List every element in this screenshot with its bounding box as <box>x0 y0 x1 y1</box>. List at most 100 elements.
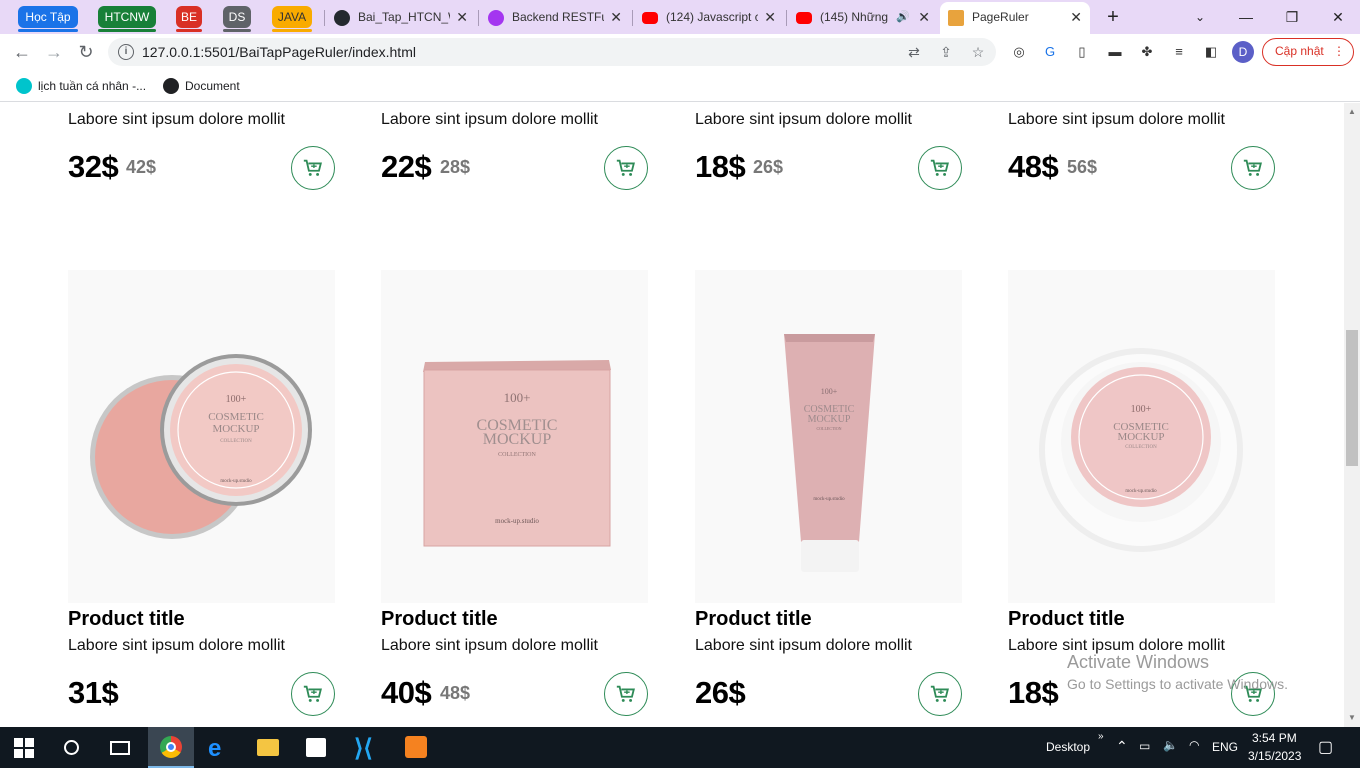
desktop-chevron-icon[interactable]: » <box>1098 731 1104 742</box>
update-button[interactable]: Cập nhật ⋮ <box>1262 38 1354 66</box>
mockup-count-text: 100+ <box>1131 404 1152 415</box>
tab-github[interactable]: Bai_Tap_HTCN_W ✕ <box>326 4 476 32</box>
close-tab-icon[interactable]: ✕ <box>1070 2 1082 32</box>
watermark-title: Activate Windows <box>1067 652 1210 672</box>
profile-avatar[interactable]: D <box>1232 41 1254 63</box>
product-title[interactable]: Product title <box>381 608 498 631</box>
tab-group-java[interactable]: JAVA <box>272 6 312 32</box>
product-image-cosmetic-tube[interactable]: 100+ COSMETIC MOCKUP COLLECTION mock-up.… <box>695 270 962 603</box>
back-icon[interactable]: ← <box>10 40 34 64</box>
url-text[interactable]: 127.0.0.1:5501/BaiTapPageRuler/index.htm… <box>142 38 416 66</box>
add-to-cart-button[interactable] <box>918 672 962 716</box>
product-price: 22$ <box>381 149 432 184</box>
cosmetic-tube-image: 100+ COSMETIC MOCKUP COLLECTION mock-up.… <box>784 334 875 572</box>
minimize-button[interactable]: — <box>1232 6 1260 28</box>
tab-group-be[interactable]: BE <box>176 6 202 32</box>
start-button[interactable] <box>0 727 46 768</box>
product-description: Labore sint ipsum dolore mollit <box>381 637 598 654</box>
reload-icon[interactable]: ↻ <box>74 40 98 64</box>
bookmark-document[interactable]: Document <box>163 76 240 96</box>
language-indicator[interactable]: ENG <box>1212 740 1238 754</box>
add-to-cart-button[interactable] <box>918 146 962 190</box>
tab-group-htcnw[interactable]: HTCNW <box>98 6 156 32</box>
close-tab-icon[interactable]: ✕ <box>610 4 622 30</box>
search-button[interactable] <box>48 727 94 768</box>
scrollbar-thumb[interactable] <box>1346 330 1358 466</box>
vscode-icon: ⟩⟨ <box>354 735 373 762</box>
product-title[interactable]: Product title <box>68 608 185 631</box>
tab-group-label: JAVA <box>277 10 307 24</box>
add-to-cart-button[interactable] <box>604 672 648 716</box>
address-bar[interactable]: i 127.0.0.1:5501/BaiTapPageRuler/index.h… <box>108 38 996 66</box>
taskbar-vscode[interactable]: ⟩⟨ <box>342 727 388 768</box>
close-tab-icon[interactable]: ✕ <box>764 4 776 30</box>
scroll-up-arrow-icon[interactable]: ▲ <box>1348 107 1356 116</box>
mockup-title-line3: COLLECTION <box>816 426 841 431</box>
mockup-brand-text: mock-up.studio <box>495 517 539 525</box>
notifications-icon[interactable]: ▢ <box>1318 737 1333 757</box>
product-price: 31$ <box>68 675 119 710</box>
tab-search-chevron-icon[interactable]: ⌄ <box>1186 6 1214 28</box>
share-icon[interactable]: ⇪ <box>938 44 954 60</box>
bookmark-lich-tuan[interactable]: lịch tuần cá nhân -... <box>16 76 146 96</box>
maximize-button[interactable]: ❐ <box>1278 6 1306 28</box>
bookmark-star-icon[interactable]: ☆ <box>970 44 986 60</box>
volume-icon[interactable]: 🔈 <box>1163 738 1178 752</box>
taskbar-file-explorer[interactable] <box>244 727 290 768</box>
product-image-cosmetic-jar-top[interactable]: 100+ COSMETIC MOCKUP COLLECTION mock-up.… <box>1008 270 1275 603</box>
new-tab-button[interactable]: + <box>1099 6 1127 28</box>
side-panel-icon[interactable]: ◧ <box>1202 43 1220 61</box>
windows-taskbar: e ⟩⟨ Desktop » ⌃ ▭ 🔈 ◠ ENG 3:54 PM 3/15/… <box>0 727 1360 768</box>
tab-group-hoc-tap[interactable]: Học Tập <box>18 6 78 32</box>
tab-pageruler[interactable]: PageRuler ✕ <box>940 2 1090 34</box>
close-tab-icon[interactable]: ✕ <box>456 4 468 30</box>
desktop-toolbar[interactable]: Desktop <box>1046 740 1090 754</box>
tab-youtube-nhung[interactable]: (145) Những 🔊 ✕ <box>788 4 938 32</box>
compass-extension-icon[interactable]: ◎ <box>1010 43 1028 61</box>
vertical-scrollbar[interactable]: ▲ ▼ <box>1344 103 1360 727</box>
show-hidden-icons-icon[interactable]: ⌃ <box>1116 738 1128 755</box>
tab-group-underline <box>223 29 251 32</box>
add-to-cart-button[interactable] <box>604 146 648 190</box>
card-extension-icon[interactable]: ▬ <box>1106 43 1124 61</box>
site-info-icon[interactable]: i <box>118 44 134 60</box>
pdf-app-icon <box>405 736 427 758</box>
add-to-cart-button[interactable] <box>291 672 335 716</box>
tab-backend-restful[interactable]: Backend RESTFul ✕ <box>480 4 630 32</box>
cart-icon <box>616 685 635 702</box>
mockup-title-line3: COLLECTION <box>498 452 536 458</box>
add-to-cart-button[interactable] <box>291 146 335 190</box>
task-view-button[interactable] <box>96 727 142 768</box>
taskbar-pdf-app[interactable] <box>392 727 438 768</box>
translate-extension-icon[interactable]: G <box>1041 43 1059 61</box>
phone-extension-icon[interactable]: ▯ <box>1073 43 1091 61</box>
translate-icon[interactable]: ⇄ <box>906 44 922 60</box>
forward-icon[interactable]: → <box>42 40 66 64</box>
taskbar-chrome[interactable] <box>148 727 194 768</box>
media-playlist-icon[interactable]: ≡ <box>1170 43 1188 61</box>
product-image-cosmetic-box[interactable]: 100+ COSMETIC MOCKUP COLLECTION mock-up.… <box>381 270 648 603</box>
add-to-cart-button[interactable] <box>1231 146 1275 190</box>
tab-group-ds[interactable]: DS <box>223 6 251 32</box>
taskbar-edge[interactable]: e <box>196 727 242 768</box>
scroll-down-arrow-icon[interactable]: ▼ <box>1348 713 1356 722</box>
clock-date[interactable]: 3/15/2023 <box>1248 749 1301 763</box>
edge-icon: e <box>208 735 222 762</box>
product-title[interactable]: Product title <box>1008 608 1125 631</box>
battery-icon[interactable]: ▭ <box>1139 739 1150 753</box>
close-tab-icon[interactable]: ✕ <box>918 4 930 30</box>
product-description: Labore sint ipsum dolore mollit <box>68 637 285 654</box>
globe-icon <box>163 78 179 94</box>
tab-youtube-javascript[interactable]: (124) Javascript c ✕ <box>634 4 784 32</box>
product-title[interactable]: Product title <box>695 608 812 631</box>
speaker-icon[interactable]: 🔊 <box>896 4 910 30</box>
clock-time[interactable]: 3:54 PM <box>1252 731 1297 745</box>
wifi-icon[interactable]: ◠ <box>1189 738 1199 752</box>
close-window-button[interactable]: ✕ <box>1324 6 1352 28</box>
puzzle-extensions-icon[interactable]: ✤ <box>1138 43 1156 61</box>
cosmetic-jar-image: 100+ COSMETIC MOCKUP COLLECTION mock-up.… <box>90 354 312 539</box>
mockup-count-text: 100+ <box>226 394 247 405</box>
taskbar-store[interactable] <box>292 727 338 768</box>
mockup-brand-text: mock-up.studio <box>813 497 845 502</box>
product-image-cosmetic-jar-open[interactable]: 100+ COSMETIC MOCKUP COLLECTION mock-up.… <box>68 270 335 603</box>
